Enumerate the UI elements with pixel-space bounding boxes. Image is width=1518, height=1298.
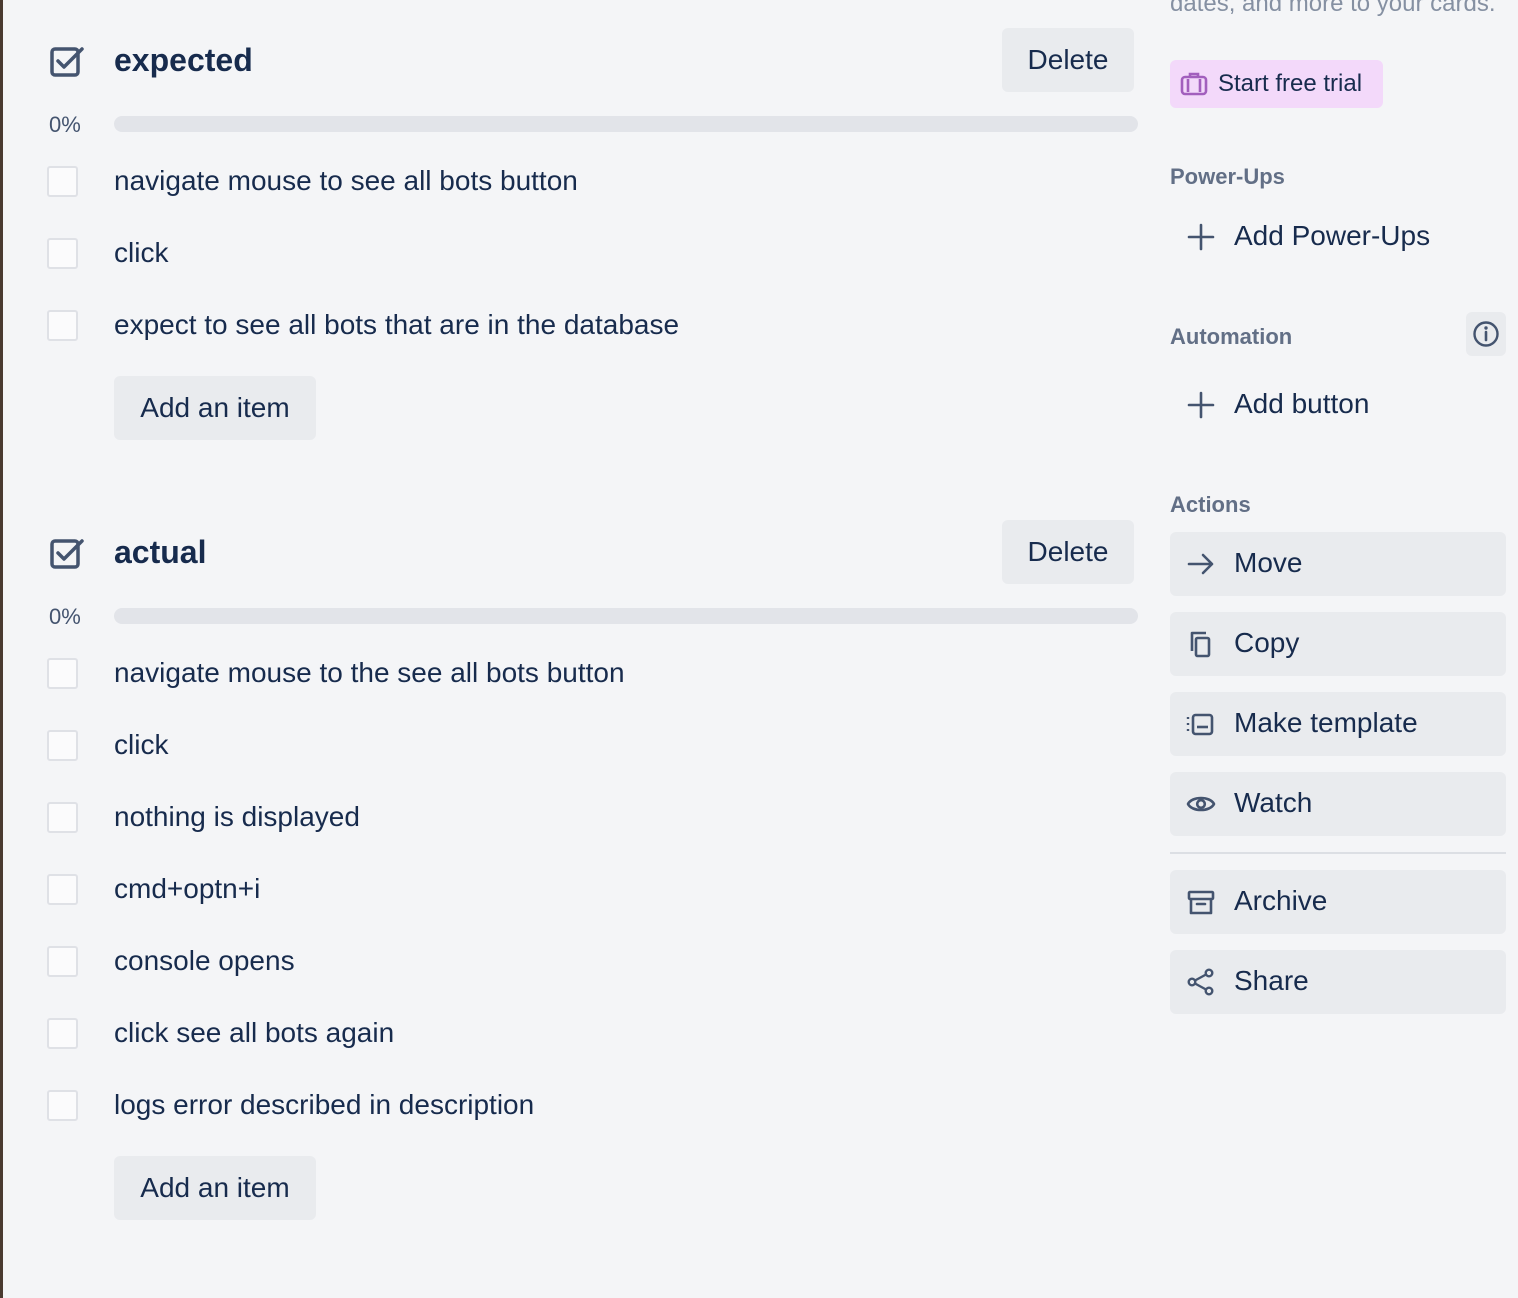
item-text[interactable]: expect to see all bots that are in the d… <box>114 308 679 342</box>
arrow-right-icon <box>1187 553 1214 575</box>
checklist-item[interactable]: click see all bots again <box>0 996 1150 1068</box>
checklist-header: actual Delete <box>0 520 1150 584</box>
checklist-item[interactable]: navigate mouse to the see all bots butto… <box>0 636 1150 708</box>
share-icon <box>1187 968 1214 996</box>
checklist-item[interactable]: click <box>0 708 1150 780</box>
item-checkbox[interactable] <box>47 310 78 341</box>
actions-heading: Actions <box>1170 492 1251 517</box>
checklist-header: expected Delete <box>0 28 1150 92</box>
move-button[interactable]: Move <box>1170 532 1506 596</box>
template-icon <box>1186 713 1214 736</box>
checklist-item[interactable]: cmd+optn+i <box>0 852 1150 924</box>
move-label: Move <box>1234 547 1303 578</box>
make-template-label: Make template <box>1234 707 1418 738</box>
checklist-icon <box>50 47 84 77</box>
checklist-progress: 0% <box>0 602 1150 632</box>
item-text[interactable]: click see all bots again <box>114 1016 394 1050</box>
add-powerups-label: Add Power-Ups <box>1234 220 1431 251</box>
progress-percent: 0% <box>49 604 81 629</box>
item-text[interactable]: click <box>114 236 168 270</box>
watch-button[interactable]: Watch <box>1170 772 1506 836</box>
item-checkbox[interactable] <box>47 730 78 761</box>
item-text[interactable]: navigate mouse to the see all bots butto… <box>114 656 625 690</box>
item-checkbox[interactable] <box>47 1018 78 1049</box>
copy-icon <box>1190 631 1211 658</box>
item-checkbox[interactable] <box>47 658 78 689</box>
checklist-items: navigate mouse to see all bots button cl… <box>0 144 1150 360</box>
powerups-heading: Power-Ups <box>1170 164 1285 189</box>
checklist-icon <box>50 539 84 569</box>
plus-icon <box>1187 391 1215 419</box>
item-checkbox[interactable] <box>47 802 78 833</box>
info-icon <box>1473 321 1499 347</box>
automation-info-button[interactable] <box>1466 312 1506 356</box>
checklist-item[interactable]: nothing is displayed <box>0 780 1150 852</box>
item-text[interactable]: nothing is displayed <box>114 800 360 834</box>
item-text[interactable]: logs error described in description <box>114 1088 534 1122</box>
item-checkbox[interactable] <box>47 946 78 977</box>
watch-label: Watch <box>1234 787 1313 818</box>
make-template-button[interactable]: Make template <box>1170 692 1506 756</box>
item-checkbox[interactable] <box>47 166 78 197</box>
archive-button[interactable]: Archive <box>1170 870 1506 934</box>
share-button[interactable]: Share <box>1170 950 1506 1014</box>
checklist-item[interactable]: navigate mouse to see all bots button <box>0 144 1150 216</box>
copy-button[interactable]: Copy <box>1170 612 1506 676</box>
checklist-item[interactable]: click <box>0 216 1150 288</box>
progress-bar <box>114 116 1138 132</box>
trial-label: Start free trial <box>1218 70 1363 97</box>
archive-label: Archive <box>1234 885 1328 916</box>
eye-icon <box>1186 796 1216 812</box>
item-text[interactable]: navigate mouse to see all bots button <box>114 164 578 198</box>
briefcase-icon <box>1180 72 1208 96</box>
progress-percent: 0% <box>49 112 81 137</box>
promo-text: dates, and more to your cards. <box>1170 0 1496 17</box>
share-label: Share <box>1234 965 1309 996</box>
copy-label: Copy <box>1234 627 1300 658</box>
checklist-item[interactable]: console opens <box>0 924 1150 996</box>
add-automation-button[interactable]: Add button <box>1170 376 1506 432</box>
item-text[interactable]: click <box>114 728 168 762</box>
progress-bar <box>114 608 1138 624</box>
delete-checklist-button[interactable]: Delete <box>1002 520 1134 584</box>
start-free-trial-button[interactable]: Start free trial <box>1170 60 1383 108</box>
actions-divider <box>1170 852 1506 854</box>
checklist-title: actual <box>114 534 207 570</box>
checklist-progress: 0% <box>0 110 1150 140</box>
checklist-item[interactable]: logs error described in description <box>0 1068 1150 1140</box>
plus-icon <box>1187 223 1215 251</box>
item-text[interactable]: cmd+optn+i <box>114 872 260 906</box>
checklist-title: expected <box>114 42 253 78</box>
item-text[interactable]: console opens <box>114 944 295 978</box>
item-checkbox[interactable] <box>47 874 78 905</box>
item-checkbox[interactable] <box>47 1090 78 1121</box>
archive-icon <box>1187 890 1215 915</box>
item-checkbox[interactable] <box>47 238 78 269</box>
card-sidebar: dates, and more to your cards. Start fre… <box>1170 0 1518 1298</box>
automation-heading: Automation <box>1170 324 1293 349</box>
add-button-label: Add button <box>1234 388 1370 419</box>
delete-checklist-button[interactable]: Delete <box>1002 28 1134 92</box>
add-powerups-button[interactable]: Add Power-Ups <box>1170 208 1506 264</box>
add-item-button[interactable]: Add an item <box>114 1156 316 1220</box>
checklist-item[interactable]: expect to see all bots that are in the d… <box>0 288 1150 360</box>
add-item-button[interactable]: Add an item <box>114 376 316 440</box>
checklist-items: navigate mouse to the see all bots butto… <box>0 636 1150 1140</box>
